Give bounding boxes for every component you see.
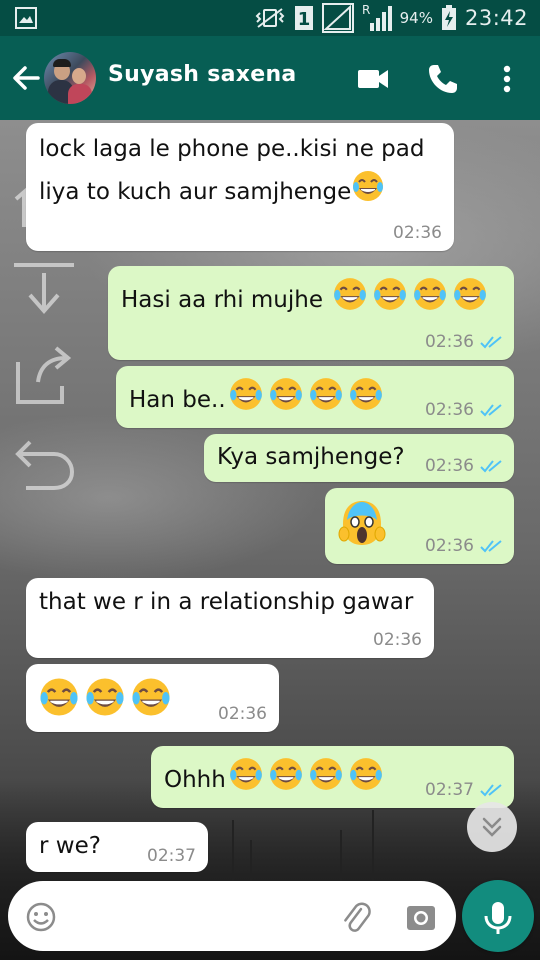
battery-percent: 94% [399,9,433,27]
read-ticks-icon [480,460,502,473]
message-text: r we? [39,826,101,866]
back-arrow-icon[interactable] [8,60,44,96]
message-timestamp: 02:36 [218,704,267,724]
tears-of-joy-emoji [306,376,346,425]
tears-of-joy-emoji [410,276,450,325]
tears-of-joy-emoji [330,276,370,325]
message-incoming[interactable]: 02:36 [26,664,279,732]
status-bar: 1 R 94% 23:42 [0,0,540,36]
tears-of-joy-emoji [306,756,346,805]
sim-slot-label: 1 [297,9,310,30]
message-outgoing[interactable]: Han be.. 02:36 [116,366,514,428]
roaming-indicator: R [362,3,370,17]
message-incoming[interactable]: that we r in a relationship gawar 02:36 [26,578,434,658]
attach-icon[interactable] [338,900,372,934]
voice-record-button[interactable] [462,880,534,952]
tears-of-joy-emoji [450,276,490,325]
read-ticks-icon [480,404,502,417]
tears-of-joy-emoji [226,376,266,425]
phone-call-icon[interactable] [426,62,460,96]
share-overlay-icon [16,346,72,404]
tears-of-joy-emoji [36,676,82,731]
tears-of-joy-emoji [346,376,386,425]
tears-of-joy-emoji [351,169,385,216]
signal-empty-icon [321,3,354,33]
message-composer [8,881,456,951]
tears-of-joy-emoji [370,276,410,325]
message-text: Han be.. [129,376,386,425]
message-text: that we r in a relationship gawar [39,582,413,622]
download-overlay-icon [14,263,74,315]
message-outgoing[interactable]: 02:36 [325,488,514,564]
message-incoming[interactable]: lock laga le phone pe..kisi ne pad liya … [26,123,454,251]
message-body: Ohhh [164,767,226,793]
message-text: lock laga le phone pe..kisi ne pad liya … [39,129,439,216]
contact-name[interactable]: Suyash saxena [108,62,297,87]
screaming-face-emoji [337,498,387,552]
read-ticks-icon [480,784,502,797]
double-chevron-down-icon [482,817,502,837]
chat-header: Suyash saxena [0,36,540,120]
message-input[interactable] [80,895,330,937]
message-outgoing[interactable]: Kya samjhenge? 02:36 [204,434,514,482]
read-ticks-icon [480,336,502,349]
camera-icon[interactable] [404,900,438,934]
message-timestamp: 02:36 [393,223,442,243]
message-text: Hasi aa rhi mujhe [121,276,490,325]
tears-of-joy-emoji [346,756,386,805]
message-incoming[interactable]: r we? 02:37 [26,822,208,872]
message-body: Hasi aa rhi mujhe [121,287,331,313]
message-text: Ohhh [164,756,386,805]
more-options-icon[interactable] [490,62,524,96]
video-call-icon[interactable] [356,62,390,96]
message-timestamp: 02:36 [373,630,422,650]
contact-avatar[interactable] [44,52,96,104]
message-timestamp: 02:37 [425,780,502,800]
message-timestamp: 02:37 [147,846,196,866]
mic-icon [484,902,512,934]
tears-of-joy-emoji [82,676,128,731]
signal-bars-icon: R [362,3,392,31]
tears-of-joy-emoji [266,376,306,425]
scroll-to-bottom-button[interactable] [467,802,517,852]
tears-of-joy-emoji [266,756,306,805]
tears-of-joy-emoji [128,676,174,731]
message-timestamp: 02:36 [425,456,502,476]
tears-of-joy-emoji [226,756,266,805]
message-timestamp: 02:36 [425,536,502,556]
message-body: Kya samjhenge? [217,444,405,470]
message-body: r we? [39,833,101,859]
emoji-icon[interactable] [24,900,58,934]
message-timestamp: 02:36 [425,400,502,420]
read-ticks-icon [480,540,502,553]
battery-charging-icon [441,5,456,30]
message-outgoing[interactable]: Ohhh 02:37 [151,746,514,808]
message-body: Han be.. [129,387,226,413]
sim-slot-icon: 1 [294,6,313,30]
gallery-notification-icon [15,7,37,29]
message-text: Kya samjhenge? [217,437,405,477]
clock: 23:42 [464,6,528,30]
message-outgoing[interactable]: Hasi aa rhi mujhe 02:36 [108,266,514,360]
message-text [36,676,174,731]
undo-overlay-icon [15,440,75,490]
message-body: that we r in a relationship gawar [39,589,414,615]
message-timestamp: 02:36 [425,332,502,352]
vibrate-icon [255,8,285,28]
